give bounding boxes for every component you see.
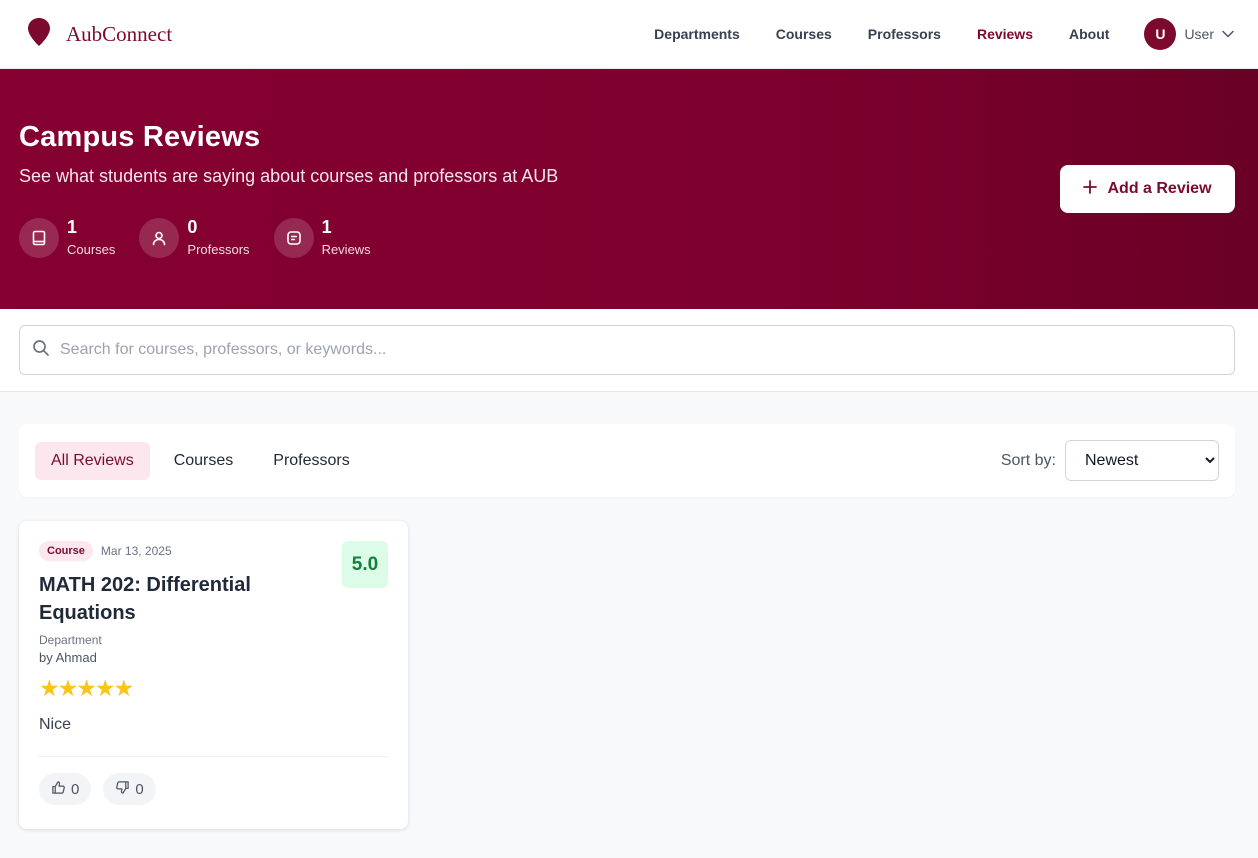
divider <box>39 756 388 757</box>
add-review-button[interactable]: Add a Review <box>1060 165 1235 213</box>
search-box <box>19 325 1235 375</box>
nav-link-reviews[interactable]: Reviews <box>977 26 1033 42</box>
search-input[interactable] <box>60 341 1160 359</box>
thumbs-down-icon <box>115 780 130 799</box>
plus-icon <box>1083 179 1098 199</box>
sort-label: Sort by: <box>1000 451 1056 469</box>
vote-row: 0 0 <box>39 773 388 805</box>
stat-value: 1 <box>67 217 78 237</box>
search-icon <box>32 339 50 362</box>
brand[interactable]: AubConnect <box>28 17 173 51</box>
nav-links: Departments Courses Professors Reviews A… <box>618 18 1234 50</box>
tab-all-reviews[interactable]: All Reviews <box>35 441 150 480</box>
stats-row: 1 Courses 0 Professors 1 Reviews <box>19 217 1234 258</box>
tab-professors[interactable]: Professors <box>257 442 365 480</box>
brand-name: AubConnect <box>66 21 173 46</box>
review-author: by Ahmad <box>39 650 97 665</box>
dislike-button[interactable]: 0 <box>103 773 156 805</box>
page-title: Campus Reviews <box>19 121 261 153</box>
dislike-count: 0 <box>135 780 144 798</box>
stat-value: 0 <box>187 217 198 237</box>
nav-link-courses[interactable]: Courses <box>776 26 832 42</box>
tab-courses[interactable]: Courses <box>158 442 250 480</box>
like-button[interactable]: 0 <box>39 773 92 805</box>
add-review-label: Add a Review <box>1107 180 1212 197</box>
filter-bar: All Reviews Courses Professors Sort by: … <box>19 424 1235 497</box>
map-pin-icon <box>28 17 50 51</box>
nav-link-departments[interactable]: Departments <box>654 26 740 42</box>
sort-select[interactable]: Newest <box>1065 440 1219 481</box>
nav-link-about[interactable]: About <box>1069 26 1109 42</box>
nav-link-professors[interactable]: Professors <box>868 26 941 42</box>
review-card[interactable]: Course Mar 13, 2025 5.0 MATH 202: Differ… <box>19 521 408 829</box>
page-subtitle: See what students are saying about cours… <box>19 166 559 186</box>
search-section <box>0 309 1258 392</box>
review-score: 5.0 <box>342 541 388 588</box>
hero-banner: Campus Reviews See what students are say… <box>0 69 1258 309</box>
user-name: User <box>1184 26 1214 42</box>
book-icon <box>19 218 59 258</box>
review-type-badge: Course <box>39 541 93 561</box>
sort-control: Sort by: Newest <box>1001 440 1219 481</box>
chevron-down-icon <box>1222 25 1234 43</box>
user-menu[interactable]: U User <box>1144 18 1234 50</box>
review-date: Mar 13, 2025 <box>100 544 172 558</box>
top-navbar: AubConnect Departments Courses Professor… <box>0 0 1258 69</box>
like-count: 0 <box>71 780 80 798</box>
review-comment: Nice <box>39 716 72 733</box>
stat-value: 1 <box>321 217 332 237</box>
review-tabs: All Reviews Courses Professors <box>35 441 374 480</box>
stat-professors: 0 Professors <box>139 217 250 258</box>
user-icon <box>139 218 180 258</box>
stat-label: Courses <box>67 242 116 257</box>
thumbs-up-icon <box>51 780 66 799</box>
stat-label: Reviews <box>321 242 371 257</box>
stat-reviews: 1 Reviews <box>273 217 371 258</box>
review-meta: Course Mar 13, 2025 <box>39 541 388 561</box>
star-rating: ★★★★★ <box>39 675 134 701</box>
stat-label: Professors <box>187 242 250 257</box>
review-title[interactable]: MATH 202: Differential Equations <box>39 571 299 627</box>
review-department: Department <box>39 633 102 647</box>
avatar: U <box>1144 18 1177 50</box>
stat-courses: 1 Courses <box>19 217 115 258</box>
message-icon <box>273 218 314 258</box>
